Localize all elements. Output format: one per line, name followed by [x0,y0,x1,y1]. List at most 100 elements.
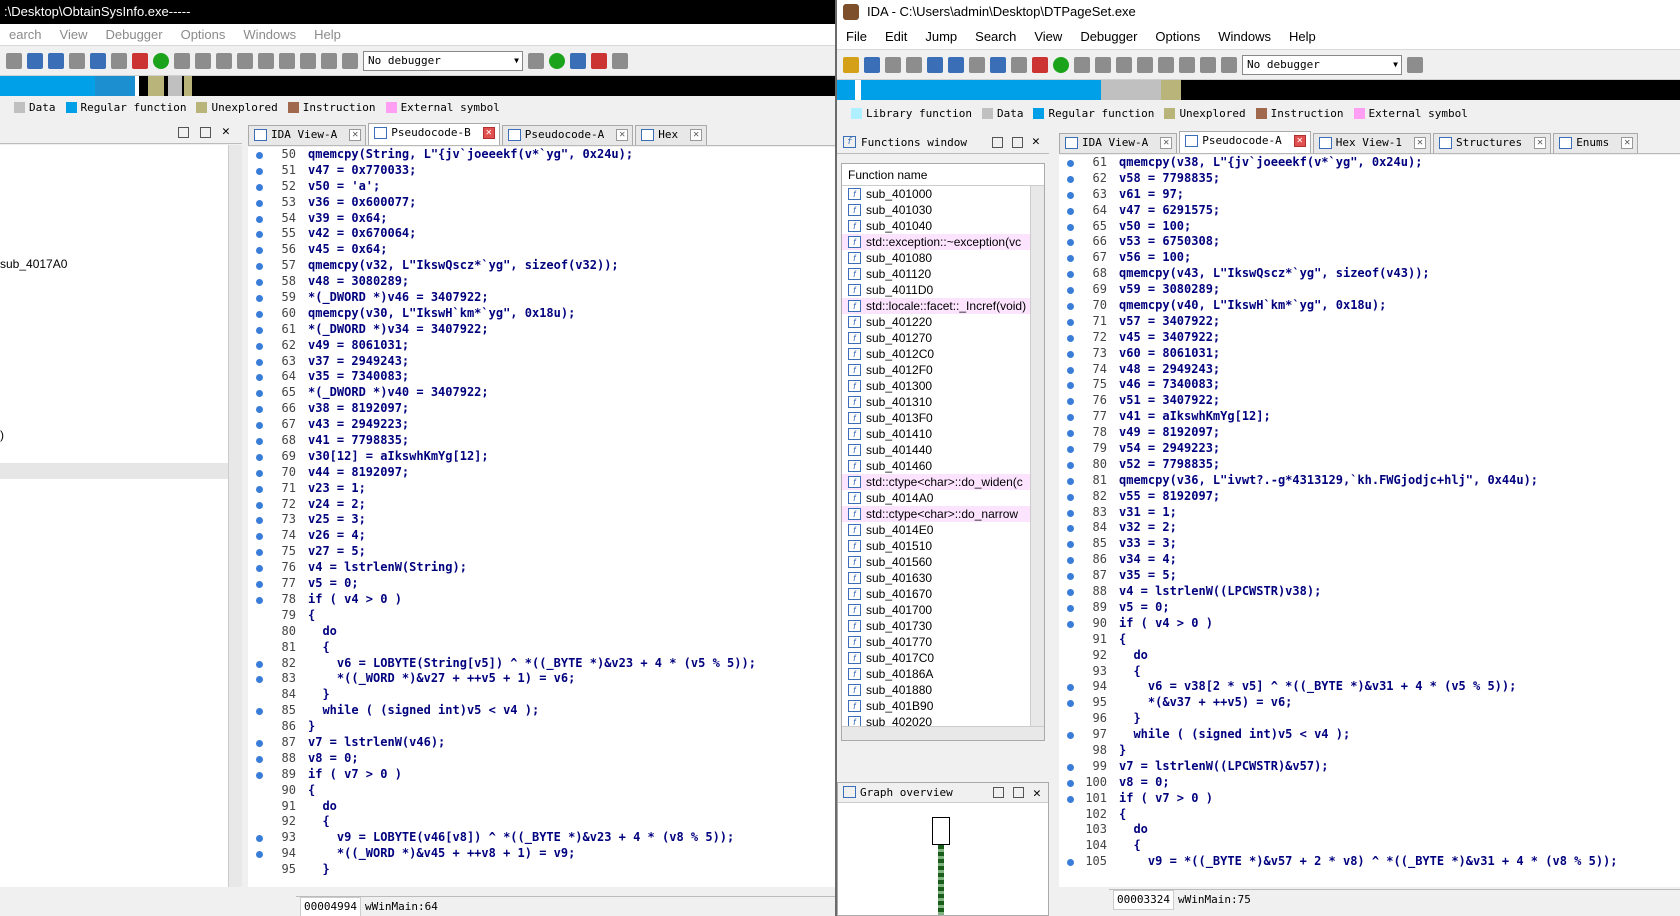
icon-button[interactable] [48,52,64,69]
menu-item-debugger[interactable]: Debugger [1071,29,1146,44]
icon-button[interactable] [1095,56,1111,73]
graph-node[interactable] [932,817,950,845]
icon-button[interactable] [1407,56,1423,73]
maximize-icon[interactable] [993,787,1004,798]
breakpoint-dot[interactable] [1067,287,1074,295]
icon-button[interactable] [969,56,985,73]
breakpoint-dot[interactable] [1067,604,1074,612]
menu-item-options[interactable]: Options [172,27,235,42]
breakpoint-dot[interactable] [1067,620,1074,628]
breakpoint-dot[interactable] [256,183,263,191]
breakpoint-dot[interactable] [256,851,263,859]
menu-item-help[interactable]: Help [305,27,350,42]
breakpoint-dot[interactable] [256,565,263,573]
icon-button[interactable] [927,56,943,73]
function-list-item[interactable]: f sub_401630 [842,570,1044,586]
tab-hex-view-1[interactable]: Hex View-1 ✕ [1312,133,1431,153]
icon-button[interactable] [1116,56,1132,73]
breakpoint-dot[interactable] [1067,763,1074,771]
breakpoint-dot[interactable] [256,596,263,604]
close-icon[interactable]: ✕ [222,124,230,139]
right-pseudocode-view[interactable]: 61 qmemcpy(v38, L"{jv`joeeekf(v*`yg", 0x2… [1059,155,1680,887]
restore-icon[interactable] [1013,787,1024,798]
breakpoint-dot[interactable] [256,199,263,207]
restore-icon[interactable] [200,127,211,138]
maximize-icon[interactable] [992,137,1003,148]
function-list-item[interactable]: f sub_4014A0 [842,490,1044,506]
icon-button[interactable] [1074,56,1090,73]
breakpoint-dot[interactable] [1067,350,1074,358]
close-icon[interactable]: ✕ [1032,134,1040,149]
close-icon[interactable]: ✕ [1033,784,1041,804]
breakpoint-dot[interactable] [1067,430,1074,438]
tab-structures[interactable]: Structures ✕ [1432,133,1552,153]
breakpoint-dot[interactable] [256,739,263,747]
tab-ida-view-a[interactable]: IDA View-A ✕ [1059,133,1178,153]
breakpoint-dot[interactable] [256,167,263,175]
tab-close-icon[interactable]: ✕ [1413,137,1426,149]
breakpoint-dot[interactable] [1067,398,1074,406]
breakpoint-dot[interactable] [1067,446,1074,454]
breakpoint-dot[interactable] [256,835,263,843]
function-list-item[interactable]: f std::exception::~exception(vc [842,234,1044,250]
menu-item-windows[interactable]: Windows [1209,29,1280,44]
breakpoint-dot[interactable] [256,231,263,239]
breakpoint-dot[interactable] [256,485,263,493]
menu-item-jump[interactable]: Jump [916,29,966,44]
navigation-band[interactable] [837,80,1680,100]
function-list-item[interactable]: f sub_401560 [842,554,1044,570]
tab-ida-view-a[interactable]: IDA View-A ✕ [248,125,367,145]
breakpoint-dot[interactable] [1067,493,1074,501]
breakpoint-dot[interactable] [256,660,263,668]
breakpoint-dot[interactable] [256,438,263,446]
function-list-item[interactable]: f std::ctype<char>::do_widen(c [842,474,1044,490]
function-list-item[interactable]: f sub_4011D0 [842,282,1044,298]
breakpoint-dot[interactable] [1067,684,1074,692]
icon-button[interactable] [111,52,127,69]
tab-close-icon[interactable]: ✕ [1534,137,1547,149]
open-folder-icon[interactable] [843,56,859,73]
breakpoint-dot[interactable] [256,549,263,557]
breakpoint-dot[interactable] [1067,525,1074,533]
function-list-item[interactable]: f sub_401120 [842,266,1044,282]
function-list-item[interactable]: f sub_401730 [842,618,1044,634]
function-list-item[interactable]: f sub_401000 [842,186,1044,202]
stop-icon[interactable] [342,52,358,69]
tab-pseudocode-a[interactable]: Pseudocode-A ✕ [501,125,634,145]
icon-button[interactable] [1011,56,1027,73]
icon-button[interactable] [132,52,148,69]
breakpoint-dot[interactable] [1067,207,1074,215]
icon-button[interactable] [216,52,232,69]
icon-button[interactable] [195,52,211,69]
breakpoint-dot[interactable] [1067,239,1074,247]
restore-icon[interactable] [1012,137,1023,148]
breakpoint-dot[interactable] [1067,509,1074,517]
left-pseudocode-view[interactable]: 50 qmemcpy(String, L"{jv`joeeekf(v*`yg", … [248,147,835,887]
function-list-item[interactable]: f sub_401310 [842,394,1044,410]
breakpoint-dot[interactable] [1067,223,1074,231]
function-list-item[interactable]: f sub_401510 [842,538,1044,554]
breakpoint-dot[interactable] [1067,175,1074,183]
back-icon[interactable] [885,56,901,73]
function-list-item[interactable]: f sub_401270 [842,330,1044,346]
side-scrollbar[interactable] [228,145,242,887]
menu-item-earch[interactable]: earch [0,27,51,42]
function-list-item[interactable]: f sub_401460 [842,458,1044,474]
breakpoint-dot[interactable] [256,501,263,509]
function-list-item[interactable]: f sub_401770 [842,634,1044,650]
icon-button[interactable] [570,52,586,69]
breakpoint-dot[interactable] [256,152,263,159]
tab-close-icon[interactable]: ✕ [482,127,495,139]
icon-button[interactable] [1032,56,1048,73]
breakpoint-dot[interactable] [1067,160,1074,167]
function-list-item[interactable]: f sub_401300 [842,378,1044,394]
tab-close-icon[interactable]: ✕ [616,129,629,141]
function-list-item[interactable]: f sub_401080 [842,250,1044,266]
function-list-item[interactable]: f sub_4012C0 [842,346,1044,362]
function-list-item[interactable]: f sub_4017C0 [842,650,1044,666]
close-icon[interactable] [1158,56,1174,73]
breakpoint-dot[interactable] [1067,318,1074,326]
function-list-item[interactable]: f sub_4014E0 [842,522,1044,538]
function-name-column-header[interactable]: Function name [842,164,1044,186]
breakpoint-dot[interactable] [256,326,263,334]
